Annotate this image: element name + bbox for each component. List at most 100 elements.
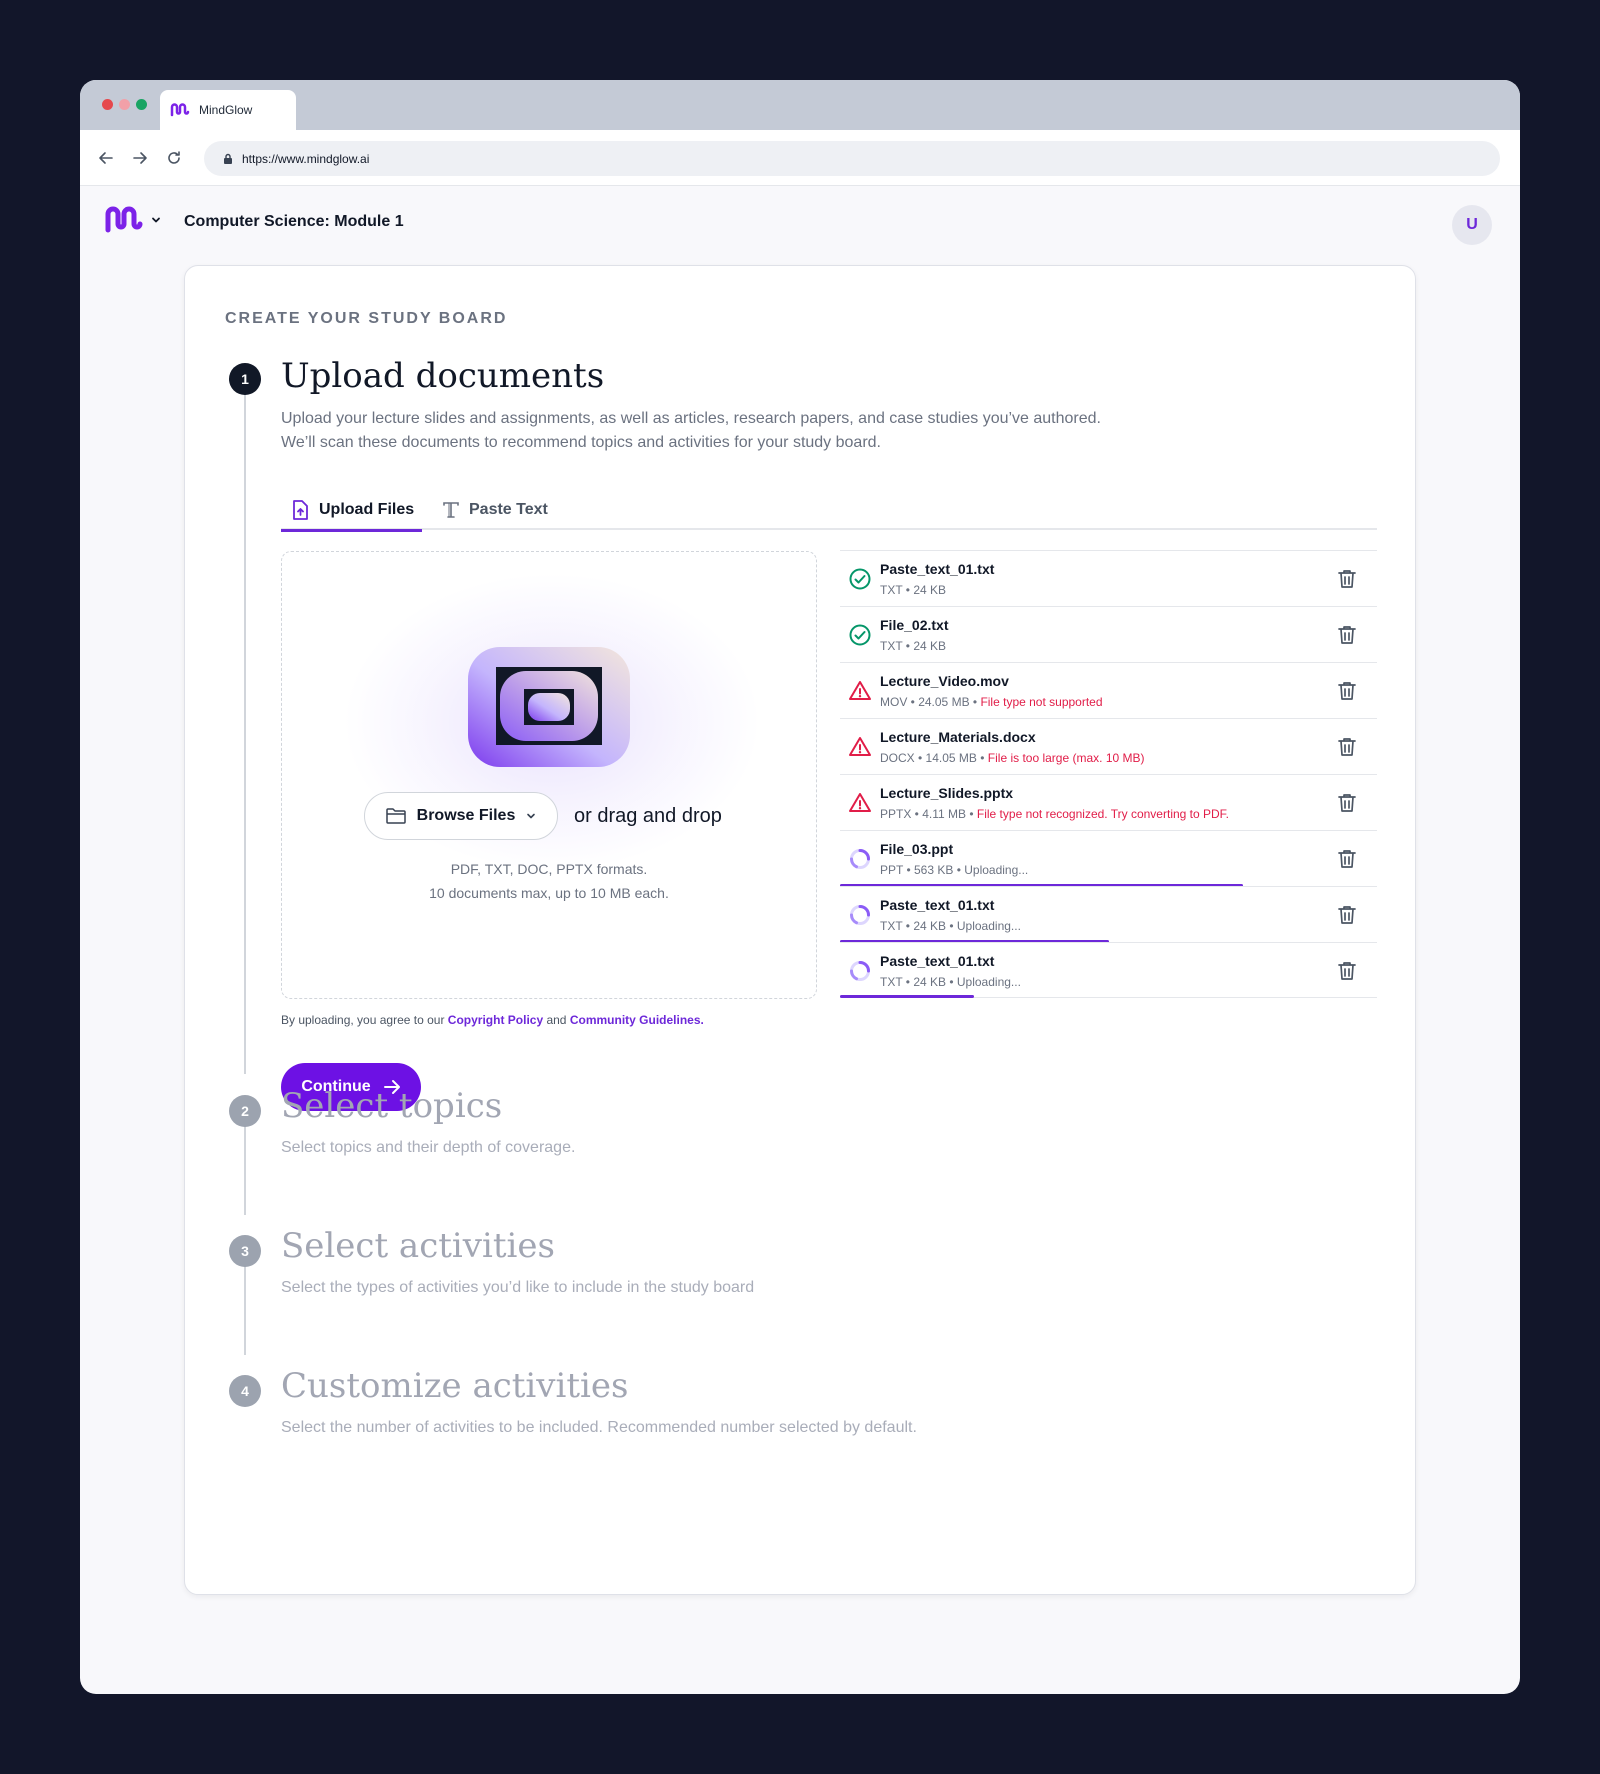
trash-icon[interactable]	[1335, 903, 1359, 927]
trash-icon[interactable]	[1335, 847, 1359, 871]
avatar[interactable]: U	[1452, 205, 1492, 245]
step-title-topics: Select topics	[281, 1086, 503, 1126]
spinner-icon	[848, 959, 872, 983]
trash-icon[interactable]	[1335, 567, 1359, 591]
file-details: TXT • 24 KB	[880, 583, 947, 597]
browse-row: Browse Files or drag and drop	[364, 792, 722, 840]
file-details: PPT • 563 KB • Uploading...	[880, 863, 1029, 877]
file-details: TXT • 24 KB • Uploading...	[880, 919, 1021, 933]
spinner-icon	[848, 903, 872, 927]
file-meta: TXT • 24 KB	[880, 583, 946, 597]
file-list: Paste_text_01.txt TXT • 24 KB File_02.txt T…	[840, 550, 1377, 998]
trash-icon[interactable]	[1335, 679, 1359, 703]
chevron-down-icon	[527, 813, 536, 819]
trash-icon[interactable]	[1335, 623, 1359, 647]
upload-progress-bar	[840, 995, 975, 998]
step-title-activities: Select activities	[281, 1226, 555, 1266]
file-dropzone[interactable]: Browse Files or drag and drop PDF, TXT, …	[281, 551, 817, 999]
trash-icon[interactable]	[1335, 959, 1359, 983]
step-number-1: 1	[229, 363, 261, 395]
reload-icon	[168, 151, 180, 164]
file-error-message: File is too large (max. 10 MB)	[987, 751, 1145, 765]
tab-upload-files-label: Upload Files	[319, 500, 415, 518]
check-circle-icon	[848, 567, 872, 591]
browse-files-button[interactable]: Browse Files	[364, 792, 558, 840]
step-description-line: Upload your lecture slides and assignmen…	[281, 410, 1101, 427]
tab-paste-text[interactable]: Paste Text	[441, 490, 548, 530]
file-name: File_02.txt	[880, 617, 949, 633]
check-circle-icon	[848, 623, 872, 647]
folder-icon	[385, 808, 406, 824]
file-row: Lecture_Video.mov MOV • 24.05 MB • File t…	[840, 662, 1377, 718]
warning-icon	[848, 791, 872, 815]
brand-menu[interactable]	[104, 206, 162, 234]
step-description: Select topics and their depth of coverag…	[281, 1139, 576, 1156]
browser-tab[interactable]: MindGlow	[160, 90, 296, 130]
url-text: https://www.mindglow.ai	[242, 151, 370, 166]
browser-tabbar: MindGlow	[80, 80, 1520, 130]
file-name: File_03.ppt	[880, 841, 954, 857]
page-title: Computer Science: Module 1	[184, 213, 404, 230]
file-error-message: File type not supported	[980, 695, 1103, 709]
file-details: TXT • 24 KB • Uploading...	[880, 975, 1021, 989]
formats-text: PDF, TXT, DOC, PPTX formats.	[450, 861, 648, 877]
step-description-line: We’ll scan these documents to recommend …	[281, 434, 881, 451]
reload-button[interactable]	[164, 148, 184, 168]
address-bar: https://www.mindglow.ai	[80, 130, 1520, 186]
file-meta: TXT • 24 KB	[880, 639, 946, 653]
tab-upload-files[interactable]: Upload Files	[281, 490, 423, 532]
file-details: PPTX • 4.11 MB •	[880, 807, 977, 821]
file-meta: TXT • 24 KB • Uploading...	[880, 919, 1021, 933]
lock-icon	[224, 153, 232, 164]
file-meta: MOV • 24.05 MB • File type not supported	[880, 695, 1103, 709]
file-upload-icon	[293, 499, 308, 520]
back-button[interactable]	[96, 148, 116, 168]
minimize-window-button[interactable]	[119, 99, 130, 110]
step-description: Select the number of activities to be in…	[281, 1419, 917, 1436]
file-details: MOV • 24.05 MB •	[880, 695, 981, 709]
legal-prefix: By uploading, you agree to our	[281, 1013, 448, 1027]
maximize-window-button[interactable]	[136, 99, 147, 110]
limits-text: 10 documents max, up to 10 MB each.	[429, 885, 669, 901]
file-details: TXT • 24 KB	[880, 639, 947, 653]
file-name: Paste_text_01.txt	[880, 897, 995, 913]
file-name: Lecture_Slides.pptx	[880, 785, 1014, 801]
file-row: Paste_text_01.txt TXT • 24 KB	[840, 550, 1377, 606]
upload-illustration-icon	[468, 647, 630, 767]
spinner-icon	[848, 847, 872, 871]
file-name: Paste_text_01.txt	[880, 561, 995, 577]
file-meta: TXT • 24 KB • Uploading...	[880, 975, 1021, 989]
step-connector	[244, 394, 246, 1074]
mindglow-logo-icon	[105, 206, 143, 233]
step-description: Select the types of activities you’d lik…	[281, 1279, 755, 1296]
tab-paste-text-label: Paste Text	[469, 501, 548, 518]
step-number-4: 4	[229, 1375, 261, 1407]
browse-files-label: Browse Files	[416, 807, 516, 824]
forward-button[interactable]	[130, 148, 150, 168]
file-row: File_03.ppt PPT • 563 KB • Uploading...	[840, 830, 1377, 887]
warning-icon	[848, 735, 872, 759]
browser-window: MindGlow https://www.mindglow.ai Compute…	[80, 80, 1520, 1694]
step-number-2: 2	[229, 1095, 261, 1127]
trash-icon[interactable]	[1335, 735, 1359, 759]
browser-tab-title: MindGlow	[199, 103, 253, 117]
app-header: Computer Science: Module 1 U	[80, 186, 1520, 258]
arrow-left-icon	[99, 152, 113, 164]
file-meta: PPT • 563 KB • Uploading...	[880, 863, 1028, 877]
file-row: Lecture_Slides.pptx PPTX • 4.11 MB • File…	[840, 774, 1377, 830]
arrow-right-icon	[133, 152, 147, 164]
copyright-policy-link[interactable]: Copyright Policy	[448, 1013, 543, 1027]
file-row: Paste_text_01.txt TXT • 24 KB • Uploading…	[840, 942, 1377, 998]
text-icon	[443, 502, 459, 518]
url-field[interactable]: https://www.mindglow.ai	[204, 141, 1500, 176]
eyebrow-label: CREATE YOUR STUDY BOARD	[225, 310, 508, 327]
study-board-card: CREATE YOUR STUDY BOARD 1 Upload documen…	[184, 265, 1416, 1595]
legal-and: and	[543, 1013, 570, 1027]
step-title-customize: Customize activities	[281, 1366, 629, 1406]
file-row: File_02.txt TXT • 24 KB	[840, 606, 1377, 662]
close-window-button[interactable]	[102, 99, 113, 110]
community-guidelines-link[interactable]: Community Guidelines.	[570, 1013, 704, 1027]
trash-icon[interactable]	[1335, 791, 1359, 815]
file-meta: DOCX • 14.05 MB • File is too large (max…	[880, 751, 1145, 765]
chevron-down-icon	[152, 217, 160, 223]
